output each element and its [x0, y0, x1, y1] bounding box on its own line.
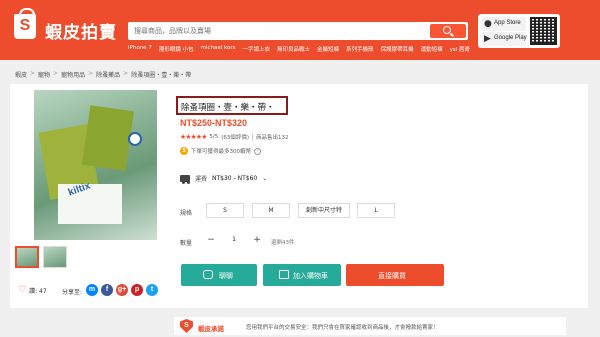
variant-option[interactable]: L — [357, 203, 395, 218]
app-download-panel: ● App Store ▶ Google Play — [478, 14, 560, 48]
search-button[interactable] — [430, 24, 466, 38]
rating-row: ★★★★★ 5/5 (63個評價) 商品售出132 — [180, 133, 289, 141]
hot-search-links: iPhone 7 隱形眼鏡 小包 michael kors 一字領上衣 無印良品… — [128, 45, 473, 55]
stock-remaining: 還剩43件 — [271, 240, 295, 246]
hot-link[interactable]: 隱形眼鏡 小包 — [159, 45, 194, 55]
breadcrumb-separator: > — [88, 70, 94, 77]
guarantee-text: 您用我們平台的交易安全：我們只會在買家確認收到商品後，才會撥款給賣家！ — [246, 325, 439, 331]
qr-code-image — [530, 17, 557, 45]
twitter-icon[interactable]: t — [146, 284, 158, 296]
breadcrumb-separator: > — [123, 70, 129, 77]
thumbnail-image[interactable] — [15, 246, 39, 268]
shopee-coin-icon: S — [180, 147, 188, 155]
sold-count: 商品售出132 — [256, 135, 289, 141]
add-to-cart-label: 加入購物車 — [293, 272, 328, 280]
google-play-icon: ▶ — [484, 34, 491, 44]
google-play-badge[interactable]: ▶ Google Play — [482, 32, 527, 46]
like-count: 讚: 47 — [29, 287, 47, 295]
product-title-highlight: 除蚤項圈・壹・樂・帶・ — [176, 96, 288, 115]
review-count[interactable]: (63個評價) — [221, 133, 249, 141]
logo-letter: S — [19, 17, 31, 34]
guarantee-bar: S 蝦皮承諾 您用我們平台的交易安全：我們只會在買家確認收到商品後，才會撥款給賣… — [174, 316, 566, 335]
search-icon — [443, 26, 451, 34]
coin-promo-row: S 下單可獲得最多300蝦幣 ? — [180, 147, 261, 155]
site-name[interactable]: 蝦皮拍賣 — [45, 18, 117, 43]
thumbnail-image[interactable] — [43, 246, 67, 268]
rating-stars-icon: ★★★★★ — [180, 133, 207, 141]
hot-link[interactable]: 系列手機殼 — [346, 45, 374, 55]
chat-button-label: 聊聊 — [219, 272, 233, 280]
share-label: 分享至: — [62, 289, 83, 296]
search-bar — [128, 22, 468, 40]
breadcrumb-separator: > — [53, 70, 59, 77]
breadcrumb-item[interactable]: 寵物用品 — [61, 70, 85, 79]
hot-link[interactable]: ysl 唇膏 — [450, 45, 470, 55]
search-input[interactable] — [134, 25, 424, 37]
product-price: NT$250-NT$320 — [180, 118, 248, 128]
hot-link[interactable]: michael kors — [201, 45, 236, 55]
facebook-icon[interactable]: f — [101, 284, 113, 296]
hot-link[interactable]: iPhone 7 — [128, 45, 152, 55]
heart-icon: ♡ — [18, 285, 27, 295]
breadcrumb-item[interactable]: 蝦皮 — [15, 70, 27, 79]
chat-button[interactable]: 聊聊 — [181, 264, 257, 286]
brand-logo-icon — [128, 132, 142, 146]
app-store-label: App Store — [494, 20, 521, 26]
hot-link[interactable]: 金屬短褲 — [317, 45, 339, 55]
hot-link[interactable]: 運動短褲 — [421, 45, 443, 55]
coin-promo-text: 下單可獲得最多300蝦幣 — [191, 149, 251, 155]
breadcrumb-item[interactable]: 除蚤藥品 — [96, 70, 120, 79]
variant-option[interactable]: 創新中尺寸特 — [298, 203, 350, 218]
messenger-icon[interactable]: m — [86, 284, 98, 296]
rating-score: 5/5 — [209, 134, 219, 140]
top-header: S 蝦皮拍賣 iPhone 7 隱形眼鏡 小包 michael kors 一字領… — [0, 0, 600, 60]
hot-link[interactable]: 保護膠帶耳機 — [381, 45, 414, 55]
truck-icon — [180, 175, 190, 184]
pinterest-icon[interactable]: p — [131, 284, 143, 296]
quantity-label: 數量 — [180, 240, 193, 247]
shopee-logo-icon[interactable]: S — [14, 8, 36, 39]
hot-link[interactable]: 一字領上衣 — [243, 45, 271, 55]
meta-divider — [252, 133, 254, 141]
chevron-down-icon: ⌄ — [262, 175, 268, 182]
breadcrumb: 蝦皮 > 寵物 > 寵物用品 > 除蚤藥品 > 除蚤項圈・壹・樂・帶 — [15, 70, 191, 79]
add-to-cart-button[interactable]: 加入購物車 — [263, 264, 341, 286]
guarantee-brand: 蝦皮承諾 — [198, 325, 224, 333]
quantity-minus-button[interactable]: − — [202, 233, 220, 247]
variant-option[interactable]: M — [252, 203, 290, 218]
image-thumbnails — [15, 246, 67, 268]
quantity-stepper: − 1 + — [202, 233, 266, 247]
product-title: 除蚤項圈・壹・樂・帶・ — [181, 103, 275, 113]
shield-icon: S — [180, 319, 193, 333]
chat-icon — [203, 270, 213, 279]
quantity-plus-button[interactable]: + — [248, 233, 266, 247]
breadcrumb-separator: > — [30, 70, 36, 77]
google-play-label: Google Play — [494, 35, 527, 41]
like-button[interactable]: ♡ 讚: 47 — [18, 285, 47, 295]
app-store-badge[interactable]: ● App Store — [482, 17, 526, 31]
buy-now-button[interactable]: 直接購買 — [346, 264, 444, 286]
help-icon[interactable]: ? — [254, 147, 261, 155]
breadcrumb-item[interactable]: 寵物 — [38, 70, 50, 79]
hot-link[interactable]: 無印良品戰士 — [277, 45, 310, 55]
product-main-image[interactable]: kiltix — [34, 90, 157, 240]
apple-icon: ● — [484, 19, 492, 29]
shipping-value: NT$30 - NT$60 — [212, 175, 258, 182]
quantity-value[interactable]: 1 — [220, 233, 248, 247]
variant-option[interactable]: S — [206, 203, 244, 218]
breadcrumb-current: 除蚤項圈・壹・樂・帶 — [131, 72, 192, 79]
shipping-row[interactable]: 運費 NT$30 - NT$60 ⌄ — [180, 174, 268, 184]
shipping-label: 運費 — [195, 176, 208, 183]
cart-icon — [279, 270, 289, 279]
product-box-image — [82, 105, 134, 171]
spec-label: 規格 — [180, 210, 193, 217]
google-plus-icon[interactable]: g+ — [116, 284, 128, 296]
buy-now-label: 直接購買 — [378, 272, 406, 280]
